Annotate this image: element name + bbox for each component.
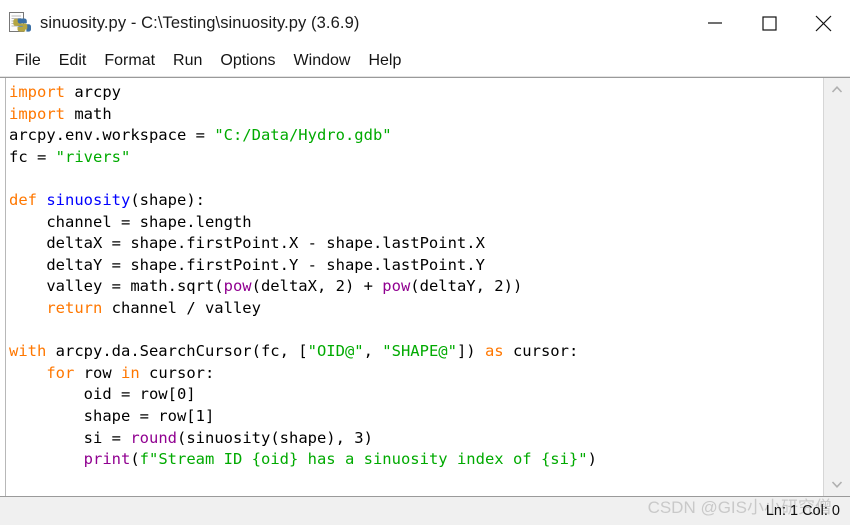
- menu-item-help[interactable]: Help: [359, 50, 410, 72]
- close-button[interactable]: [796, 0, 850, 46]
- code-token: ): [587, 450, 597, 469]
- code-token: def: [9, 190, 37, 209]
- window-title: sinuosity.py - C:\Testing\sinuosity.py (…: [40, 13, 360, 32]
- scroll-down-button[interactable]: [824, 472, 850, 496]
- code-line: import arcpy: [9, 82, 823, 104]
- code-line: si = round(sinuosity(shape), 3): [9, 428, 823, 450]
- code-token: "SHAPE@": [382, 342, 457, 361]
- code-token: "rivers": [55, 147, 131, 166]
- vertical-scrollbar[interactable]: [823, 78, 850, 496]
- code-token: (shape):: [130, 190, 205, 209]
- code-token: (deltaY, 2)): [410, 277, 523, 296]
- editor-area: import arcpy import math arcpy.env.workspa…: [0, 77, 850, 497]
- code-token: valley = math.sqrt(: [9, 277, 224, 296]
- code-line: ​: [9, 168, 823, 190]
- menu-item-run[interactable]: Run: [164, 50, 211, 72]
- code-token: with: [9, 342, 47, 361]
- code-token: ]): [456, 342, 485, 361]
- code-token: cursor:: [503, 342, 579, 361]
- code-line: valley = math.sqrt(pow(deltaX, 2) + pow(…: [9, 276, 823, 298]
- code-line: channel = shape.length: [9, 212, 823, 234]
- code-token: as: [484, 342, 504, 361]
- scroll-up-button[interactable]: [824, 78, 850, 102]
- minimize-button[interactable]: [688, 0, 742, 46]
- code-token: (sinuosity(shape), 3): [177, 428, 373, 447]
- cursor-position-indicator: Ln: 1 Col: 0: [765, 503, 840, 519]
- python-file-icon: [8, 11, 32, 35]
- status-bar: CSDN @GIS小小研究僧 Ln: 1 Col: 0: [0, 497, 850, 525]
- code-text-area[interactable]: import arcpy import math arcpy.env.workspa…: [6, 78, 823, 496]
- code-token: (deltaX, 2) +: [251, 277, 383, 296]
- code-token: import: [9, 83, 65, 101]
- code-token: channel / valley: [102, 298, 261, 317]
- code-token: (: [130, 450, 140, 469]
- code-token: pow: [223, 277, 252, 296]
- code-token: return: [46, 298, 103, 317]
- minimize-icon: [708, 22, 722, 24]
- code-token: si =: [9, 428, 131, 447]
- code-line: return channel / valley: [9, 298, 823, 320]
- code-line: arcpy.env.workspace = "C:/Data/Hydro.gdb…: [9, 125, 823, 147]
- code-token: arcpy.env.workspace =: [9, 126, 215, 145]
- code-token: in: [121, 363, 140, 382]
- code-token: oid = row[0]: [9, 385, 196, 404]
- code-token: row: [74, 363, 121, 382]
- code-line: oid = row[0]: [9, 384, 823, 406]
- code-token: "C:/Data/Hydro.gdb": [214, 126, 392, 145]
- scrollbar-track[interactable]: [824, 102, 850, 472]
- code-token: deltaY = shape.firstPoint.Y - shape.last…: [9, 255, 485, 274]
- code-line: with arcpy.da.SearchCursor(fc, ["OID@", …: [9, 341, 823, 363]
- menu-item-file[interactable]: File: [6, 50, 50, 72]
- code-token: cursor:: [139, 363, 215, 382]
- code-line: deltaY = shape.firstPoint.Y - shape.last…: [9, 255, 823, 277]
- code-token: round: [130, 428, 177, 447]
- code-line: fc = "rivers": [9, 147, 823, 169]
- code-token: fc =: [9, 147, 56, 166]
- code-line: deltaX = shape.firstPoint.X - shape.last…: [9, 233, 823, 255]
- code-token: ,: [363, 342, 383, 361]
- code-line: ​: [9, 320, 823, 342]
- menu-item-edit[interactable]: Edit: [50, 50, 96, 72]
- code-line: shape = row[1]: [9, 406, 823, 428]
- title-bar[interactable]: sinuosity.py - C:\Testing\sinuosity.py (…: [0, 0, 850, 46]
- maximize-icon: [762, 16, 777, 31]
- code-token: deltaX = shape.firstPoint.X - shape.last…: [9, 234, 485, 253]
- code-token: pow: [382, 277, 411, 296]
- idle-editor-window: sinuosity.py - C:\Testing\sinuosity.py (…: [0, 0, 850, 525]
- chevron-down-icon: [831, 481, 843, 488]
- menu-item-options[interactable]: Options: [211, 50, 284, 72]
- menu-item-window[interactable]: Window: [285, 50, 360, 72]
- code-line: for row in cursor:: [9, 363, 823, 385]
- menu-bar: File Edit Format Run Options Window Help: [0, 46, 850, 77]
- chevron-up-icon: [831, 86, 843, 93]
- maximize-button[interactable]: [742, 0, 796, 46]
- code-token: channel = shape.length: [9, 212, 252, 231]
- code-token: "OID@": [307, 342, 364, 361]
- code-token: sinuosity: [46, 190, 131, 209]
- menu-item-format[interactable]: Format: [95, 50, 164, 72]
- code-token: math: [65, 104, 112, 123]
- code-token: f"Stream ID {oid} has a sinuosity index …: [139, 450, 588, 469]
- code-line: import math: [9, 104, 823, 126]
- close-icon: [815, 15, 832, 32]
- code-token: arcpy: [65, 83, 121, 101]
- code-token: import: [9, 104, 65, 123]
- code-line: print(f"Stream ID {oid} has a sinuosity …: [9, 449, 823, 471]
- code-line: def sinuosity(shape):: [9, 190, 823, 212]
- code-token: for: [46, 363, 75, 382]
- code-token: arcpy.da.SearchCursor(fc, [: [46, 342, 308, 361]
- window-controls: [688, 0, 850, 46]
- code-token: print: [83, 450, 131, 469]
- code-token: shape = row[1]: [9, 406, 215, 425]
